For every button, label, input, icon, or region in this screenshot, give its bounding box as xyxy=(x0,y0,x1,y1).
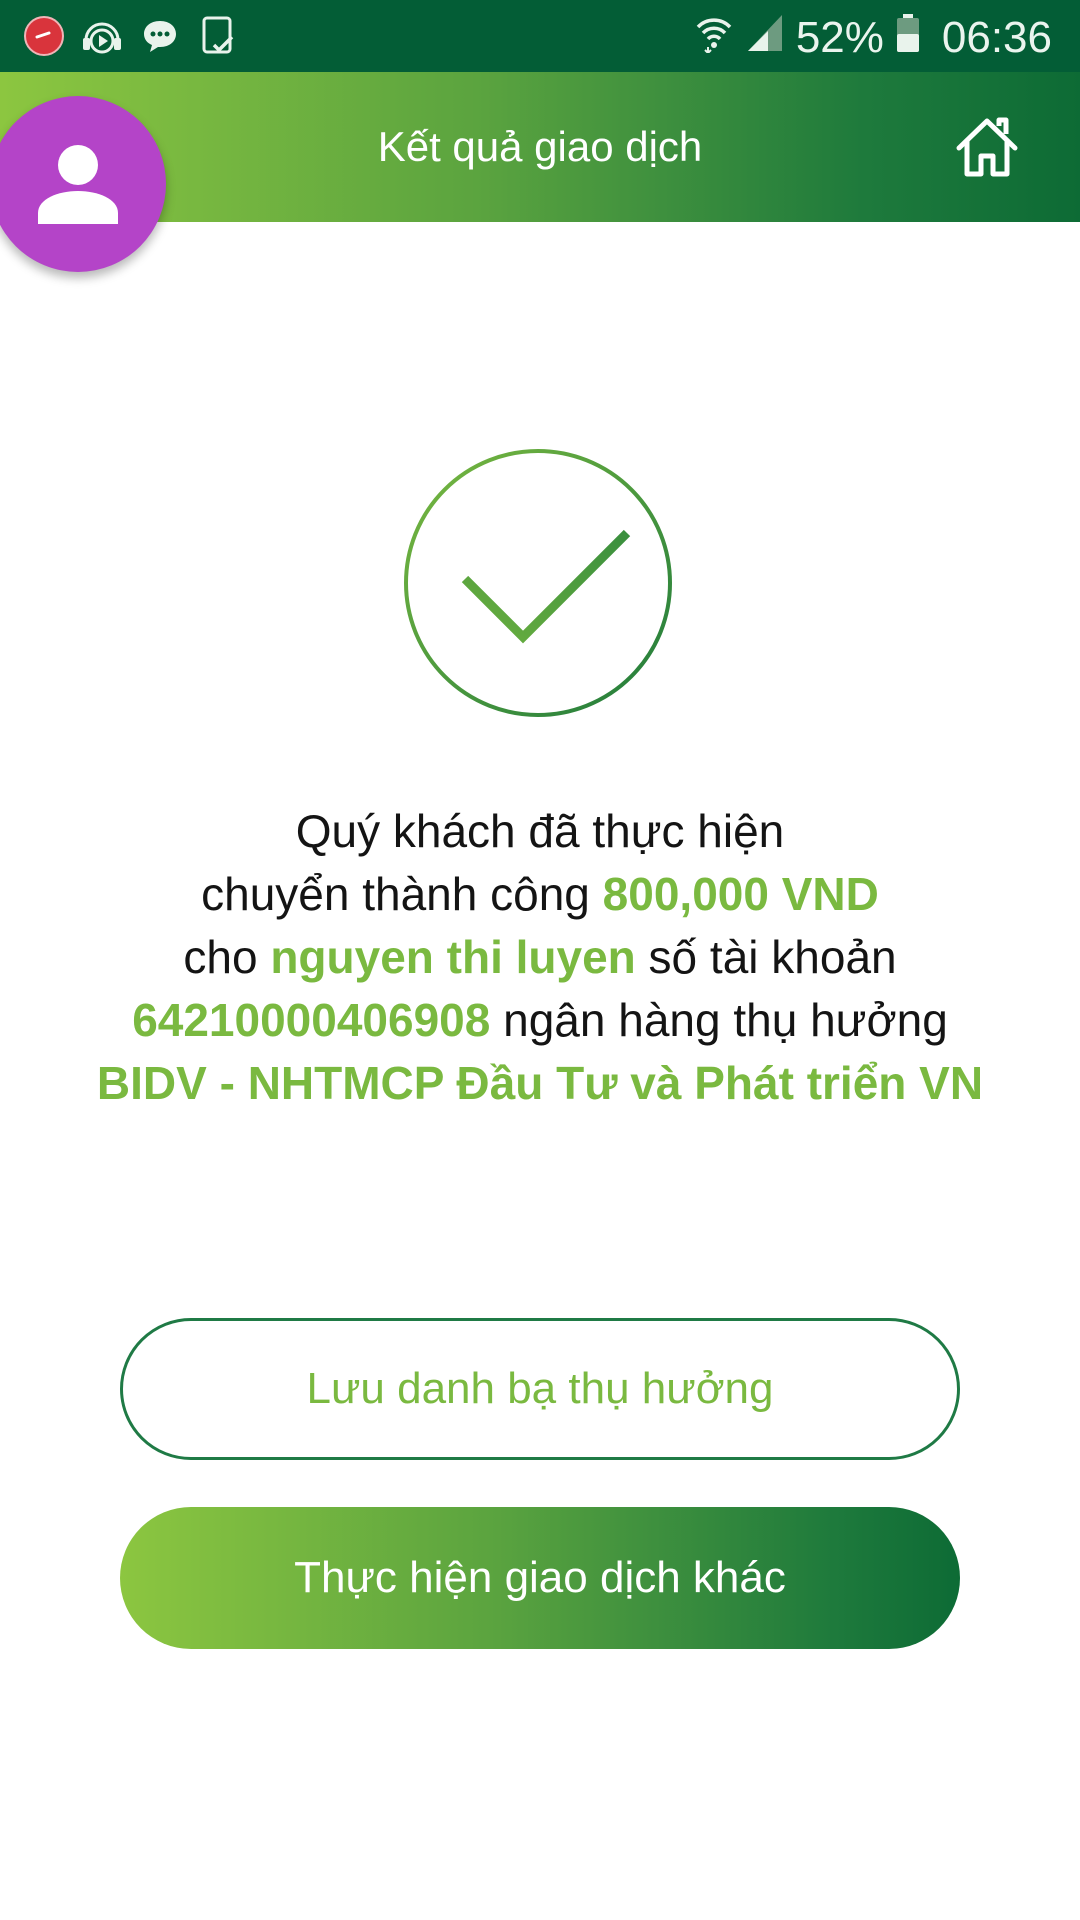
message-line-3-suffix: số tài khoản xyxy=(635,931,897,983)
avatar-button[interactable] xyxy=(0,96,166,272)
status-bar: 52% 06:36 xyxy=(0,0,1080,72)
battery-percent: 52% xyxy=(795,13,884,62)
wifi-icon xyxy=(694,13,734,64)
system-status: 52% 06:36 xyxy=(694,8,1052,68)
bank-name: BIDV - NHTMCP Đầu Tư và Phát triển VN xyxy=(96,1057,984,1109)
media-icon xyxy=(80,14,124,58)
person-icon xyxy=(38,145,118,224)
notification-icons xyxy=(22,14,240,58)
battery-icon xyxy=(896,13,920,64)
recipient-name: nguyen thi luyen xyxy=(270,931,636,983)
message-line-4: 64210000406908 ngân hàng thụ hưởng xyxy=(60,989,1020,1052)
success-check-icon xyxy=(403,448,673,718)
home-icon xyxy=(956,117,1018,177)
message-line-1: Quý khách đã thực hiện xyxy=(295,805,785,857)
signal-icon xyxy=(746,13,784,64)
record-icon xyxy=(22,14,66,58)
account-number: 64210000406908 xyxy=(132,994,491,1046)
message-line-2: chuyển thành công 800,000 VND xyxy=(60,863,1020,926)
message-line-3-prefix: cho xyxy=(183,931,271,983)
save-beneficiary-button[interactable]: Lưu danh bạ thụ hưởng xyxy=(120,1318,960,1460)
result-message: Quý khách đã thực hiện chuyển thành công… xyxy=(60,800,1020,1115)
chat-icon xyxy=(138,14,182,58)
message-line-3: cho nguyen thi luyen số tài khoản xyxy=(60,926,1020,989)
clock: 06:36 xyxy=(941,13,1052,62)
message-line-4-suffix: ngân hàng thụ hưởng xyxy=(490,994,948,1046)
screen: 52% 06:36 Kết quả giao dịch Quý khách đã… xyxy=(0,0,1080,1920)
new-transaction-button[interactable]: Thực hiện giao dịch khác xyxy=(120,1507,960,1649)
transfer-amount: 800,000 VND xyxy=(602,868,879,920)
message-line-2-prefix: chuyển thành công xyxy=(201,868,603,920)
home-button[interactable] xyxy=(950,110,1024,184)
task-icon xyxy=(196,14,240,58)
